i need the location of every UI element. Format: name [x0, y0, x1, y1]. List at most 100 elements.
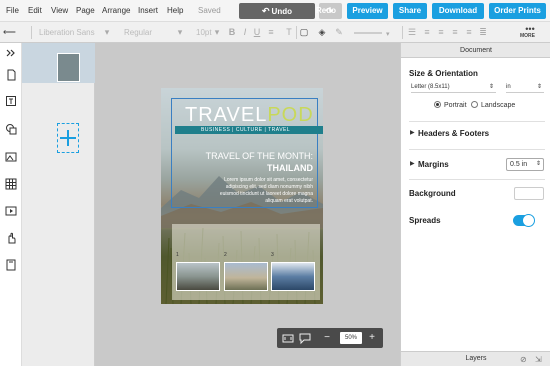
order-prints-button[interactable]: Order Prints [489, 3, 546, 19]
fill-bucket-icon[interactable]: ◈ [316, 25, 328, 40]
boats-photo[interactable] [271, 262, 315, 291]
landscape-label: Landscape [481, 102, 516, 109]
tool-rail [0, 43, 22, 366]
share-button[interactable]: Share [393, 3, 427, 19]
fit-page-icon[interactable] [281, 331, 295, 345]
font-style-chevron-icon: ▾ [177, 27, 183, 37]
spreads-toggle[interactable] [513, 214, 535, 227]
layers-label: Layers [465, 355, 487, 362]
list-bullets-icon[interactable]: ☰ [406, 25, 418, 40]
undo-icon: ↶ [262, 6, 270, 16]
headers-footers-section[interactable]: Headers & Footers [418, 129, 489, 138]
page-size-chevron-icon: ⇕ [488, 84, 494, 90]
masthead-title[interactable]: TRAVELPOD [185, 104, 314, 126]
toggle-knob [522, 214, 535, 227]
background-label: Background [409, 189, 456, 198]
stroke-style-select[interactable]: ▾ [352, 25, 392, 40]
expand-triangle-icon[interactable]: ▶ [410, 160, 415, 167]
video-icon[interactable] [5, 205, 17, 217]
photo-strip[interactable]: 1 2 3 [172, 224, 320, 300]
divider [409, 121, 545, 122]
landscape-radio[interactable]: Landscape [471, 101, 515, 111]
link-icon[interactable]: ⊘ [520, 353, 527, 366]
size-orientation-heading: Size & Orientation [409, 69, 478, 78]
tagline-text[interactable]: BUSINESS | CULTURE | TRAVEL [201, 126, 290, 134]
underline-icon[interactable]: U [251, 25, 263, 40]
crop-icon[interactable]: ▢ [298, 25, 310, 40]
align-right-icon[interactable]: ≡ [449, 25, 461, 40]
menu-page[interactable]: Page [76, 0, 95, 22]
text-align-icon[interactable]: ≡ [265, 25, 277, 40]
undo-button[interactable]: ↶ Undo [239, 3, 315, 19]
plus-icon [60, 130, 76, 146]
toolbar-divider [31, 26, 32, 39]
text-tool-icon[interactable]: T [283, 25, 295, 40]
hand-pointer-icon[interactable] [5, 232, 17, 244]
page-size-select[interactable]: Letter (8.5x11) ⇕ [411, 81, 496, 93]
temple-photo[interactable] [224, 262, 268, 291]
menu-insert[interactable]: Insert [138, 0, 158, 22]
portrait-radio-dot [434, 101, 441, 108]
divider [409, 149, 545, 150]
selected-page-thumbnail[interactable] [22, 43, 95, 83]
text-box-icon[interactable] [5, 95, 17, 107]
design-canvas[interactable]: TRAVELPOD BUSINESS | CULTURE | TRAVEL TR… [95, 43, 400, 366]
headline-line-2[interactable]: THAILAND [201, 163, 313, 173]
saved-status: Saved [198, 6, 221, 15]
collapse-chevrons-icon[interactable] [5, 47, 17, 59]
unit-value: in [506, 84, 511, 90]
headline-line-1[interactable]: TRAVEL OF THE MONTH: [201, 151, 313, 161]
redo-label: Redo [316, 6, 336, 15]
spreads-label: Spreads [409, 216, 441, 225]
italic-icon[interactable]: I [239, 25, 251, 40]
body-text[interactable]: Lorem ipsum dolor sit amet, consectetur … [215, 177, 313, 205]
menu-file[interactable]: File [6, 0, 19, 22]
align-center-icon[interactable]: ≡ [435, 25, 447, 40]
menu-edit[interactable]: Edit [28, 0, 42, 22]
font-style-select[interactable]: Regular [124, 25, 174, 40]
book-icon[interactable] [5, 259, 17, 271]
zoom-level-field[interactable]: 50% [340, 332, 362, 344]
photo-label-2: 2 [224, 252, 227, 258]
portrait-radio[interactable]: Portrait [434, 101, 467, 111]
margins-section[interactable]: Margins [418, 160, 449, 169]
toolbar-divider [402, 26, 403, 39]
masthead-part-2: POD [267, 104, 314, 126]
page-thumbnail[interactable] [57, 53, 80, 82]
grid-table-icon[interactable] [5, 178, 17, 190]
background-color-swatch[interactable] [514, 187, 544, 200]
font-family-chevron-icon: ▾ [104, 27, 110, 37]
zoom-in-button[interactable]: + [365, 331, 379, 345]
unit-select[interactable]: in ⇕ [506, 81, 544, 93]
portrait-label: Portrait [444, 102, 467, 109]
page-icon[interactable] [5, 69, 17, 81]
expand-triangle-icon[interactable]: ▶ [410, 129, 415, 136]
bold-icon[interactable]: B [226, 25, 238, 40]
menu-arrange[interactable]: Arrange [102, 0, 130, 22]
beach-photo[interactable] [176, 262, 220, 291]
menu-view[interactable]: View [51, 0, 68, 22]
stepper-arrows-icon[interactable]: ⇕ [536, 159, 541, 170]
image-icon[interactable] [5, 151, 17, 163]
shapes-icon[interactable] [5, 123, 17, 135]
stroke-pen-icon[interactable]: ✎ [333, 25, 345, 40]
align-left-icon[interactable]: ≡ [421, 25, 433, 40]
resize-icon[interactable]: ⇲ [535, 353, 542, 366]
panel-title: Document [401, 43, 550, 58]
download-button[interactable]: Download [432, 3, 484, 19]
back-arrow-icon[interactable]: ⟵ [3, 25, 16, 40]
layers-bar[interactable]: Layers ⊘ ⇲ [401, 351, 550, 366]
divider [409, 179, 545, 180]
margins-stepper[interactable]: 0.5 in ⇕ [506, 158, 544, 171]
align-justify-icon[interactable]: ≡ [463, 25, 475, 40]
more-label[interactable]: MORE [520, 33, 535, 39]
zoom-out-button[interactable]: − [320, 331, 334, 345]
unit-chevron-icon: ⇕ [536, 84, 542, 90]
comment-icon[interactable] [298, 331, 312, 345]
magazine-page[interactable]: TRAVELPOD BUSINESS | CULTURE | TRAVEL TR… [161, 88, 323, 304]
preview-button[interactable]: Preview [347, 3, 388, 19]
menu-help[interactable]: Help [167, 0, 183, 22]
line-spacing-icon[interactable]: ≣ [477, 25, 489, 40]
add-page-button[interactable] [57, 123, 79, 153]
page-size-value: Letter (8.5x11) [411, 84, 450, 90]
